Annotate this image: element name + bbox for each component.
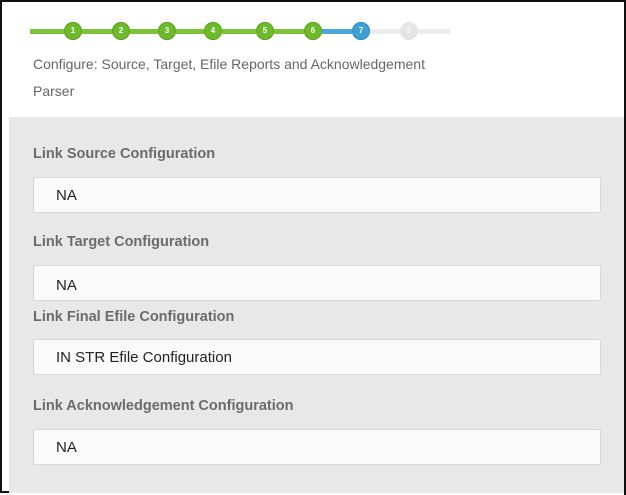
step-4[interactable]: 4 <box>204 22 222 40</box>
source-config-field[interactable]: NA <box>33 177 601 213</box>
step-3[interactable]: 3 <box>158 22 176 40</box>
step-7[interactable]: 7 <box>352 22 370 40</box>
target-config-field[interactable]: NA <box>33 265 601 301</box>
step-6[interactable]: 6 <box>304 22 322 40</box>
final-efile-config-value: IN STR Efile Configuration <box>56 349 232 366</box>
step-connector <box>274 29 304 34</box>
step-connector <box>222 29 256 34</box>
step-connector <box>418 29 450 34</box>
source-config-value: NA <box>56 187 77 204</box>
wizard-stepper: 1 2 3 4 5 6 7 8 <box>30 22 470 42</box>
step-connector <box>82 29 112 34</box>
target-config-label: Link Target Configuration <box>33 234 210 250</box>
step-connector <box>322 29 352 34</box>
acknowledgement-config-value: NA <box>56 439 77 456</box>
target-config-value: NA <box>56 277 77 294</box>
step-connector <box>176 29 204 34</box>
final-efile-config-field[interactable]: IN STR Efile Configuration <box>33 339 601 375</box>
acknowledgement-config-field[interactable]: NA <box>33 429 601 465</box>
acknowledgement-config-label: Link Acknowledgement Configuration <box>33 398 294 414</box>
step-connector <box>130 29 158 34</box>
step-1[interactable]: 1 <box>64 22 82 40</box>
step-title: Configure: Source, Target, Efile Reports… <box>33 56 425 99</box>
final-efile-config-label: Link Final Efile Configuration <box>33 309 235 325</box>
step-2[interactable]: 2 <box>112 22 130 40</box>
source-config-label: Link Source Configuration <box>33 146 216 162</box>
step-connector <box>370 29 400 34</box>
step-8[interactable]: 8 <box>400 22 418 40</box>
step-5[interactable]: 5 <box>256 22 274 40</box>
step-connector <box>30 29 64 34</box>
